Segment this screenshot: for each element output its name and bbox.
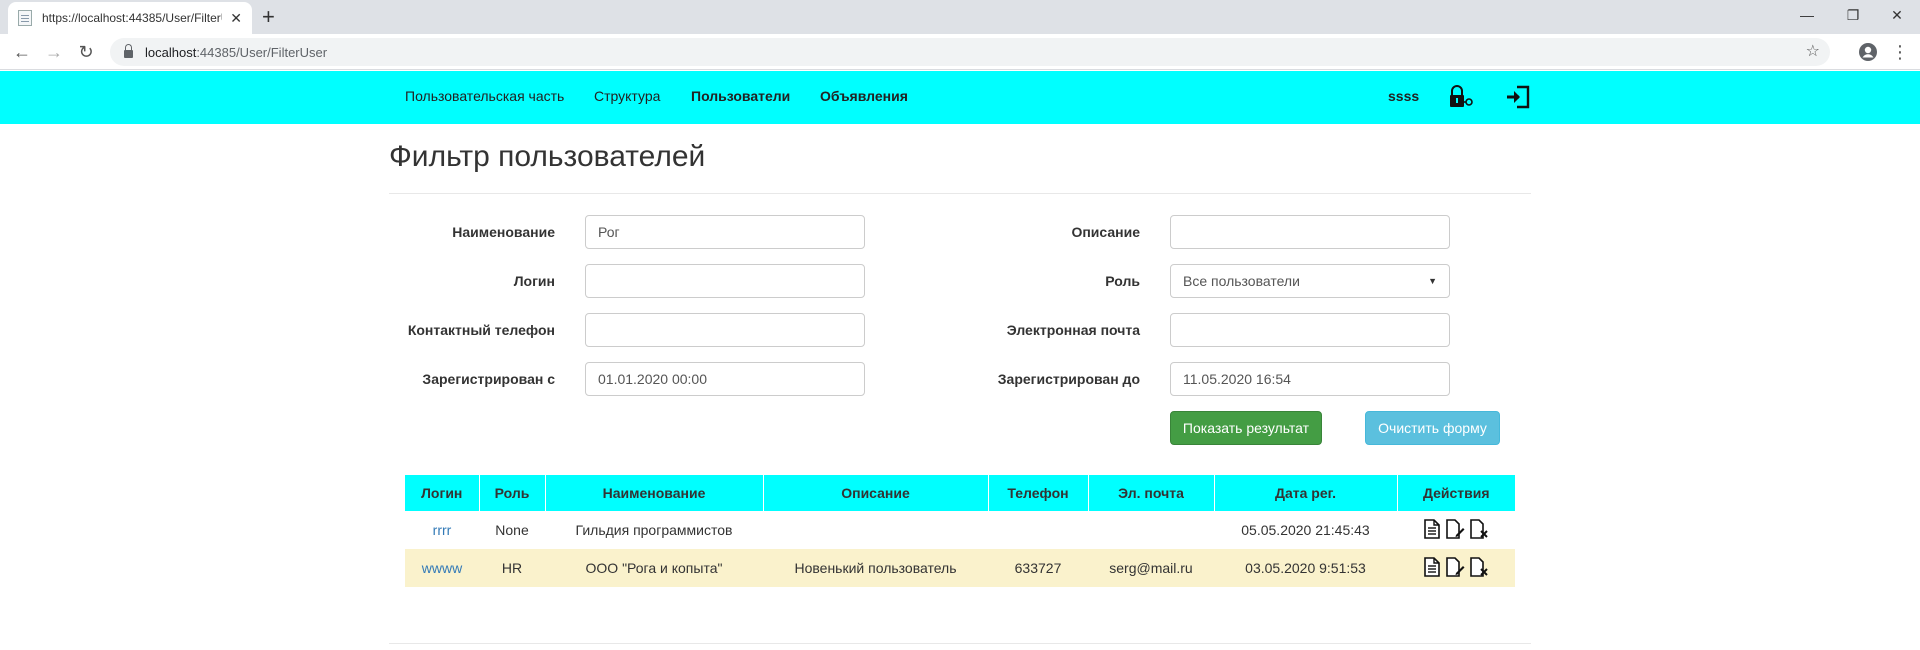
nav-users[interactable]: Пользователи [691, 88, 790, 104]
cell-email [1088, 511, 1214, 549]
site-navbar: Пользовательская часть Структура Пользов… [0, 71, 1920, 124]
clear-form-button[interactable]: Очистить форму [1365, 411, 1500, 445]
browser-tabstrip: https://localhost:44385/User/FilterUser … [0, 0, 1920, 34]
change-password-icon[interactable] [1448, 85, 1476, 112]
nav-user-part[interactable]: Пользовательская часть [405, 88, 564, 104]
email-label: Электронная почта [1006, 322, 1140, 338]
minimize-icon[interactable]: — [1784, 0, 1830, 30]
address-bar[interactable]: localhost:44385/User/FilterUser ☆ [110, 38, 1830, 66]
bookmark-star-icon[interactable]: ☆ [1806, 41, 1820, 61]
phone-label: Контактный телефон [407, 322, 555, 338]
chevron-down-icon: ▼ [1428, 276, 1437, 286]
cell-reg-date: 05.05.2020 21:45:43 [1241, 522, 1370, 538]
profile-icon[interactable] [1856, 40, 1880, 64]
edit-icon[interactable] [1445, 518, 1465, 542]
current-username: ssss [1388, 88, 1420, 104]
cell-login: rrrr [405, 511, 479, 549]
reload-icon[interactable]: ↻ [74, 40, 98, 64]
lock-icon [124, 44, 133, 58]
login-label: Логин [513, 273, 555, 289]
forward-icon[interactable]: → [42, 40, 66, 64]
column-header-email: Эл. почта [1087, 475, 1214, 511]
show-results-button[interactable]: Показать результат [1170, 411, 1322, 445]
cell-name: ООО "Рога и копыта" [545, 549, 763, 587]
cell-role: HR [479, 549, 545, 587]
divider [389, 193, 1531, 194]
user-login-link[interactable]: rrrr [433, 522, 452, 538]
column-header-login: Логин [405, 475, 479, 511]
role-selected-value: Все пользователи [1183, 273, 1300, 289]
email-input[interactable] [1170, 313, 1450, 347]
tab-title: https://localhost:44385/User/FilterUser [42, 11, 222, 25]
reg-to-label: Зарегистрирован до [997, 371, 1140, 387]
browser-toolbar: ← → ↻ localhost:44385/User/FilterUser ☆ … [0, 34, 1920, 70]
phone-input[interactable] [585, 313, 865, 347]
reg-to-input[interactable] [1170, 362, 1450, 396]
details-icon[interactable] [1423, 556, 1441, 580]
cell-name: Гильдия программистов [575, 522, 733, 538]
back-icon[interactable]: ← [10, 40, 34, 64]
name-input[interactable] [585, 215, 865, 249]
nav-structure[interactable]: Структура [594, 88, 660, 104]
cell-description [763, 511, 988, 549]
cell-email: serg@mail.ru [1088, 549, 1214, 587]
details-icon[interactable] [1423, 518, 1441, 542]
table-row: rrrr None Гильдия программистов 05.05.20… [405, 511, 1515, 549]
cell-description: Новенький пользователь [763, 549, 988, 587]
column-header-phone: Телефон [987, 475, 1088, 511]
reg-from-label: Зарегистрирован с [422, 371, 555, 387]
close-window-icon[interactable]: ✕ [1874, 0, 1920, 30]
cell-reg-date: 03.05.2020 9:51:53 [1214, 549, 1397, 587]
cell-login: wwww [405, 549, 479, 587]
role-select[interactable]: Все пользователи ▼ [1170, 264, 1450, 298]
name-label: Наименование [452, 224, 555, 240]
restore-icon[interactable]: ❐ [1830, 0, 1876, 30]
cell-phone: 633727 [988, 549, 1088, 587]
results-table: Логин Роль Наименование Описание Телефон… [405, 475, 1515, 587]
column-header-role: Роль [478, 475, 545, 511]
divider [389, 643, 1531, 644]
cell-actions [1397, 549, 1515, 587]
url-text: localhost:44385/User/FilterUser [145, 45, 327, 60]
table-header-row: Логин Роль Наименование Описание Телефон… [405, 475, 1515, 511]
cell-role: None [495, 522, 529, 538]
page-title: Фильтр пользователей [389, 140, 706, 173]
tab-close-icon[interactable]: ✕ [230, 10, 242, 27]
edit-icon[interactable] [1445, 556, 1465, 580]
browser-tab[interactable]: https://localhost:44385/User/FilterUser … [8, 2, 252, 34]
delete-icon[interactable] [1469, 556, 1489, 580]
nav-ads[interactable]: Объявления [820, 88, 908, 104]
reg-from-input[interactable] [585, 362, 865, 396]
url-path: :44385/User/FilterUser [196, 44, 328, 60]
description-input[interactable] [1170, 215, 1450, 249]
login-input[interactable] [585, 264, 865, 298]
description-label: Описание [1071, 224, 1140, 240]
table-row: wwww HR ООО "Рога и копыта" Новенький по… [405, 549, 1515, 587]
page-icon [18, 10, 32, 26]
browser-menu-icon[interactable]: ⋮ [1888, 40, 1912, 64]
column-header-name: Наименование [544, 475, 763, 511]
user-login-link[interactable]: wwww [422, 560, 462, 576]
column-header-actions: Действия [1396, 475, 1515, 511]
column-header-description: Описание [762, 475, 988, 511]
cell-phone [988, 511, 1088, 549]
role-label: Роль [1105, 273, 1140, 289]
new-tab-icon[interactable]: + [262, 4, 275, 30]
column-header-reg-date: Дата рег. [1213, 475, 1397, 511]
delete-icon[interactable] [1469, 518, 1489, 542]
url-host: localhost [145, 44, 197, 60]
cell-actions [1397, 511, 1515, 549]
logout-icon[interactable] [1505, 85, 1531, 112]
